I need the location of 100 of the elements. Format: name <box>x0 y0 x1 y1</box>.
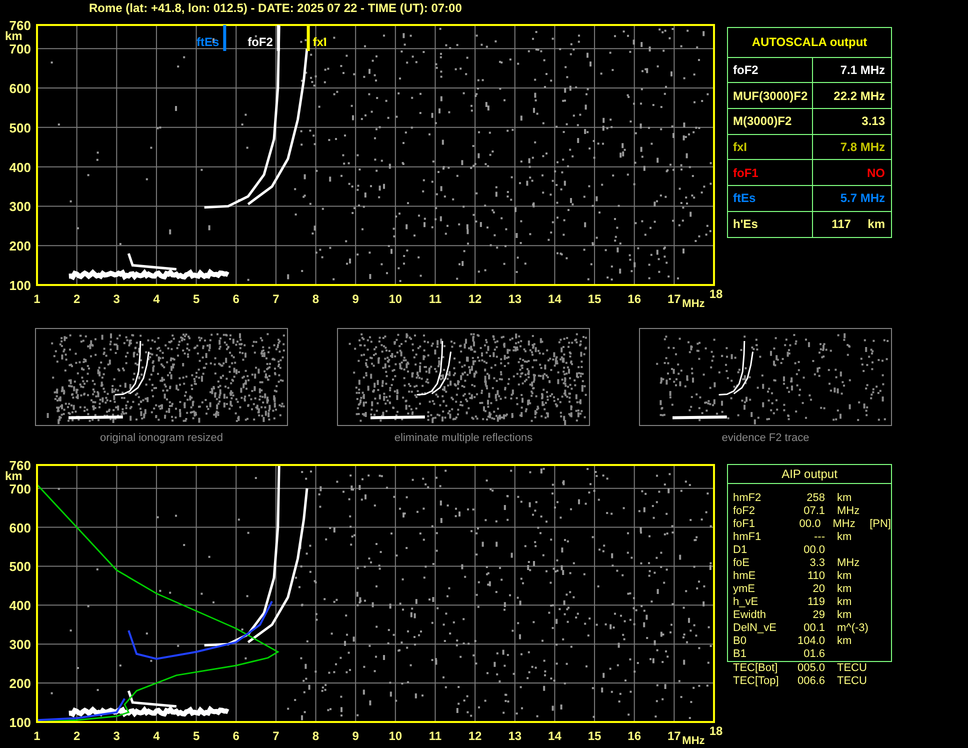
axis-tick-label: 4 <box>153 292 160 306</box>
parameter-value: 104.0 <box>797 636 825 647</box>
thumbnail-caption: evidence F2 trace <box>722 430 810 446</box>
axis-tick-label: 1 <box>34 729 40 743</box>
parameter-value: NO <box>867 164 885 182</box>
axis-tick-label: 10 <box>388 292 402 306</box>
parameter-value: 00.1 <box>804 623 825 634</box>
thumbnail-caption: original ionogram resized <box>100 430 223 446</box>
parameter-value: --- <box>814 532 825 543</box>
parameter-name: D1 <box>733 545 748 556</box>
axis-tick-label: 200 <box>9 238 31 254</box>
axis-tick-label: 100 <box>9 715 31 730</box>
parameter-name: hmF1 <box>733 532 762 543</box>
panel-title: AIP output <box>782 466 838 483</box>
axis-tick-label: 7 <box>272 292 280 306</box>
parameter-unit: m^(-3) <box>837 623 868 634</box>
parameter-name: DelN_vE <box>733 623 778 634</box>
axis-tick-label: 12 <box>468 729 482 743</box>
axis-tick-label: 2 <box>73 729 80 743</box>
parameter-unit: MHz <box>832 519 856 530</box>
axis-tick-label: 3 <box>113 292 120 306</box>
parameter-value: 5.7 MHz <box>840 190 885 208</box>
axis-tick-label: 6 <box>232 729 240 743</box>
parameter-unit: km <box>837 493 852 504</box>
parameter-name: fxI <box>733 139 748 156</box>
parameter-note: [PN] <box>868 519 891 530</box>
thumbnail-caption: eliminate multiple reflections <box>394 430 533 446</box>
axis-unit-label: MHz <box>682 735 705 747</box>
parameter-unit: km <box>837 636 852 647</box>
parameter-value: 29 <box>812 610 825 621</box>
parameter-value: 005.0 <box>797 663 825 674</box>
parameter-value: 7.8 MHz <box>840 139 885 156</box>
parameter-unit: km <box>837 571 852 582</box>
axis-tick-label: 400 <box>9 159 31 174</box>
axis-tick-label: 760 <box>9 18 31 32</box>
parameter-name: ymE <box>733 584 756 595</box>
axis-tick-label: 17 <box>668 729 681 743</box>
parameter-value: 119 <box>807 597 825 608</box>
axis-tick-label: 7 <box>272 729 280 743</box>
parameter-value: 7.1 MHz <box>840 62 885 79</box>
parameter-unit: MHz <box>837 506 860 517</box>
parameter-unit: km <box>837 584 852 595</box>
axis-tick-label: 8 <box>312 729 320 743</box>
axis-tick-label: 18 <box>709 724 723 738</box>
parameter-name: h_vE <box>733 597 760 608</box>
axis-tick-label: 17 <box>668 292 681 306</box>
axis-tick-label: 300 <box>9 198 31 214</box>
axis-tick-label: 700 <box>9 41 31 56</box>
parameter-value: 006.6 <box>797 676 825 687</box>
axis-tick-label: 13 <box>508 729 522 743</box>
parameter-name: foF1 <box>733 519 756 530</box>
parameter-value: 01.6 <box>804 649 825 660</box>
parameter-value: 117 km <box>832 216 885 234</box>
parameter-unit: MHz <box>837 558 860 569</box>
parameter-value: 20 <box>812 584 825 595</box>
axis-tick-label: 9 <box>352 292 359 306</box>
parameter-name: B1 <box>733 649 748 660</box>
axis-tick-label: 14 <box>548 729 562 743</box>
parameter-name: h'Es <box>733 216 758 234</box>
axis-tick-label: 4 <box>153 729 160 743</box>
axis-tick-label: 11 <box>428 292 442 306</box>
parameter-unit: km <box>837 597 852 608</box>
parameter-name: foF1 <box>733 164 758 182</box>
axis-tick-label: 500 <box>9 120 31 135</box>
marker-label: ftEs <box>196 34 220 48</box>
parameter-name: foE <box>733 558 751 569</box>
axis-tick-label: 15 <box>588 292 602 306</box>
axis-tick-label: 300 <box>9 637 31 652</box>
parameter-value: 110 <box>807 571 825 582</box>
parameter-value: 3.3 <box>810 558 825 569</box>
axis-tick-label: 5 <box>192 729 200 743</box>
parameter-name: TEC[Bot] <box>733 663 779 674</box>
axis-tick-label: 600 <box>9 80 31 96</box>
axis-tick-label: 200 <box>9 676 31 692</box>
axis-tick-label: 700 <box>9 481 31 496</box>
parameter-name: hmF2 <box>733 493 762 504</box>
parameter-unit: km <box>837 610 852 621</box>
marker-label: foF2 <box>248 34 273 48</box>
parameter-name: TEC[Top] <box>733 676 780 687</box>
parameter-value: 258 <box>806 493 825 504</box>
axis-tick-label: 14 <box>548 292 562 306</box>
parameter-name: foF2 <box>733 506 756 517</box>
axis-tick-label: 16 <box>628 292 642 306</box>
axis-tick-label: 13 <box>508 292 522 306</box>
axis-tick-label: 100 <box>9 278 31 292</box>
ionogram-title: Rome (lat: +41.8, lon: 012.5) - DATE: 2025 07 22 - TIME (UT): 07:00 <box>89 2 462 14</box>
axis-tick-label: 600 <box>9 520 31 536</box>
parameter-value: 00.0 <box>799 519 821 530</box>
parameter-name: foF2 <box>733 62 758 79</box>
parameter-value: 00.0 <box>804 545 825 556</box>
axis-tick-label: 11 <box>428 729 442 743</box>
panel-title: AUTOSCALA output <box>752 34 868 51</box>
parameter-value: 22.2 MHz <box>834 88 885 105</box>
axis-tick-label: 400 <box>9 598 31 614</box>
marker-label: fxI <box>312 34 327 48</box>
axis-tick-label: 12 <box>468 292 482 306</box>
parameter-unit: TECU <box>837 663 867 674</box>
parameter-name: MUF(3000)F2 <box>733 88 808 105</box>
parameter-name: hmE <box>733 571 757 582</box>
parameter-name: ftEs <box>733 190 756 208</box>
